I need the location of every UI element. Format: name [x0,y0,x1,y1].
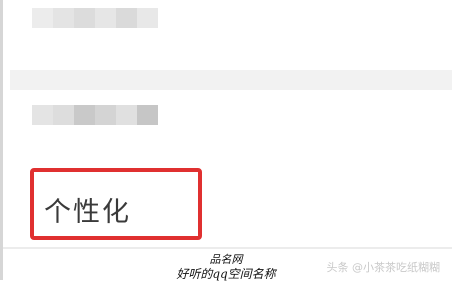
mosaic-block [32,8,53,28]
menu-item-label: 个性化 [44,197,131,228]
blurred-menu-item-top [32,8,158,28]
window-left-edge [0,0,3,280]
watermark: 头条 @小茶茶吃纸糊糊 [326,261,441,274]
mosaic-block [95,105,116,125]
mosaic-block [74,105,95,125]
mosaic-block [116,105,137,125]
mosaic-block [95,8,116,28]
bottom-divider [3,247,452,249]
mosaic-block [53,8,74,28]
mosaic-block [32,105,53,125]
mosaic-block [74,8,95,28]
blurred-menu-item-middle [32,105,158,125]
mosaic-block [116,8,137,28]
mosaic-block [137,8,158,28]
mosaic-block [53,105,74,125]
mosaic-block [137,105,158,125]
menu-item-personalization[interactable]: 个性化 [30,168,202,240]
section-divider [10,70,452,90]
